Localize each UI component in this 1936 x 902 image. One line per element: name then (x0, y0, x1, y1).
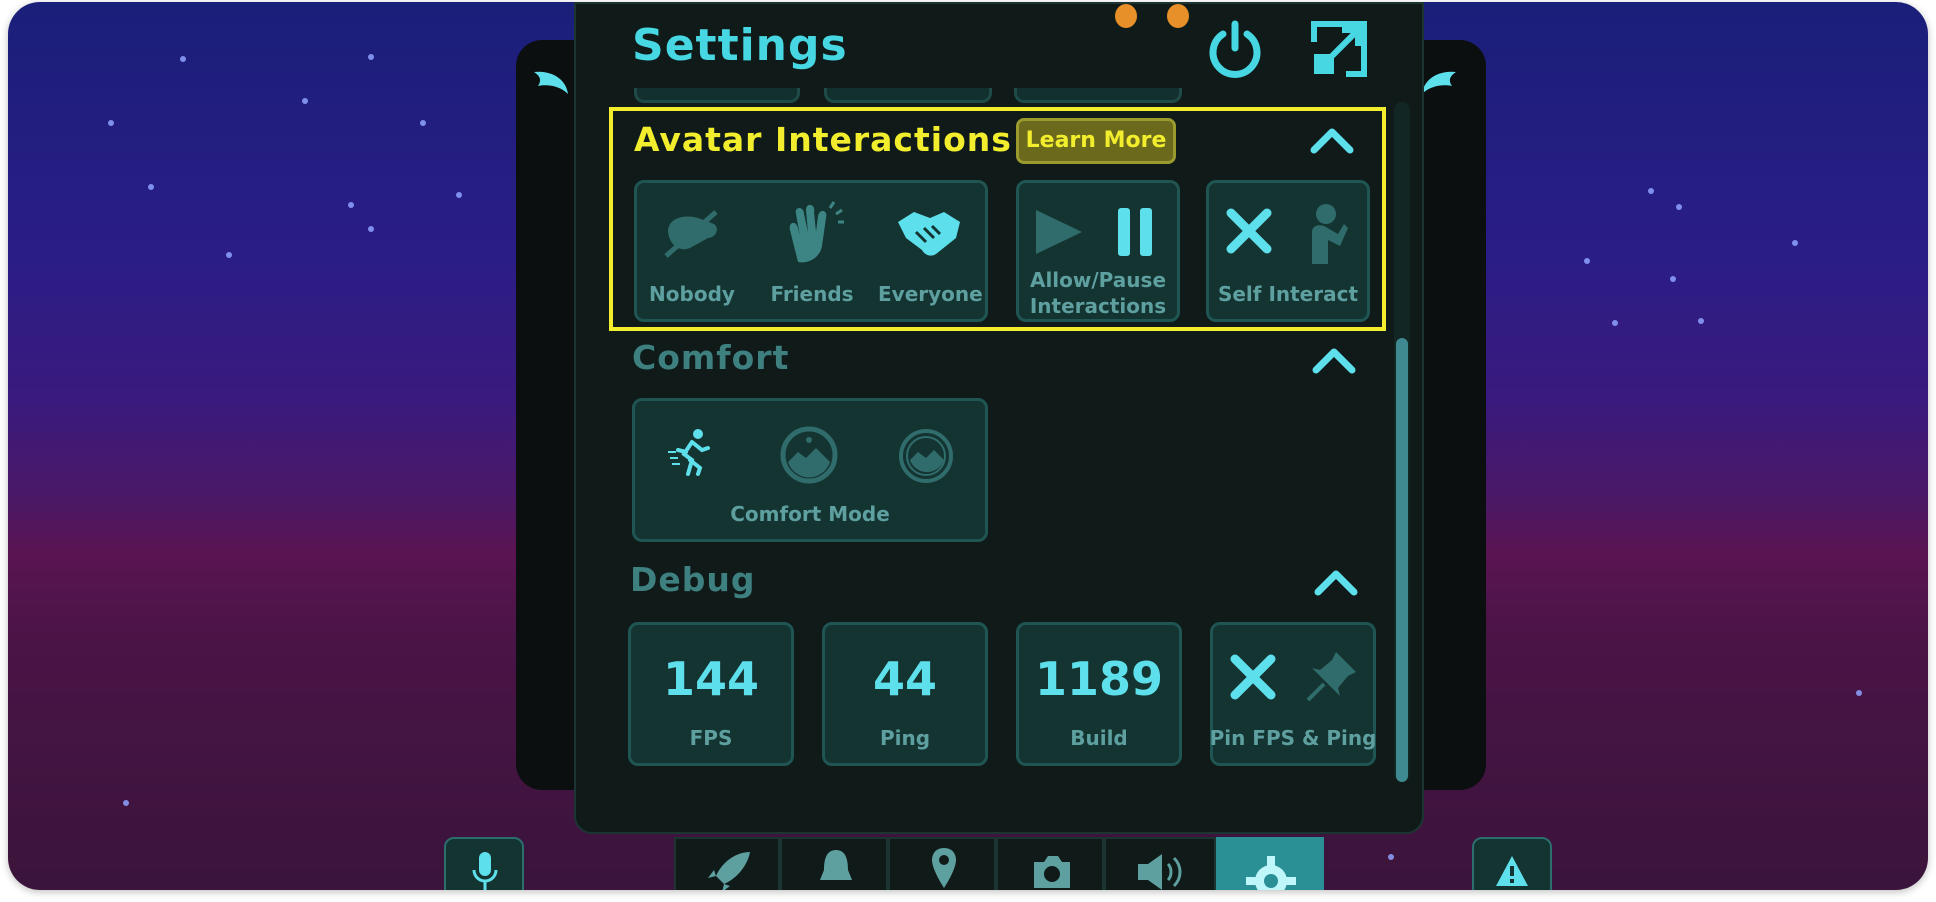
close-icon (1230, 654, 1276, 700)
star (302, 98, 308, 104)
handshake-icon[interactable] (896, 208, 962, 258)
wing-icon (1422, 71, 1456, 94)
build-value: 1189 (1034, 652, 1164, 706)
allow-pause-label-line2: Interactions (1029, 294, 1167, 318)
section-title-comfort: Comfort (632, 338, 790, 377)
star (1670, 276, 1676, 282)
star (1388, 854, 1394, 860)
section-title-avatar-interactions: Avatar Interactions (634, 120, 1012, 159)
star (1792, 240, 1798, 246)
gear-icon (1246, 856, 1296, 890)
comfort-vignette-icon[interactable] (780, 426, 838, 484)
power-icon[interactable] (1206, 20, 1264, 78)
clap-hands-icon[interactable] (782, 201, 844, 264)
self-touch-icon (1312, 204, 1348, 264)
learn-more-button[interactable]: Learn More (1016, 118, 1176, 164)
ping-value: 44 (872, 652, 937, 706)
option-nobody[interactable]: Nobody (644, 282, 740, 306)
pin-icon (1306, 652, 1356, 702)
star (180, 56, 186, 62)
star (368, 54, 374, 60)
fps-value: 144 (662, 652, 760, 706)
option-everyone[interactable]: Everyone (878, 282, 983, 306)
star (368, 226, 374, 232)
star (1676, 204, 1682, 210)
bell-icon (820, 850, 852, 880)
card-stub (824, 88, 992, 103)
page-title: Settings (632, 20, 848, 71)
star (1612, 320, 1618, 326)
card-stub (1014, 88, 1182, 103)
star (1698, 318, 1704, 324)
chevron-up-icon[interactable] (1312, 346, 1356, 374)
star (456, 192, 462, 198)
star (226, 252, 232, 258)
speaker-icon (1138, 854, 1182, 890)
hand-off-icon[interactable] (660, 206, 722, 262)
character-feet-icon (1115, 4, 1189, 28)
chevron-up-icon[interactable] (1310, 126, 1354, 154)
card-stub (634, 88, 800, 103)
comfort-vignette-strong-icon[interactable] (898, 428, 954, 484)
game-viewport: Settings Avatar Interactions Learn More … (8, 2, 1928, 890)
close-icon (1226, 208, 1272, 254)
star (1856, 690, 1862, 696)
expand-icon[interactable] (1310, 20, 1368, 78)
running-person-icon[interactable] (668, 428, 712, 476)
star (420, 120, 426, 126)
star (1648, 188, 1654, 194)
star (348, 202, 354, 208)
warning-icon (1496, 856, 1528, 886)
microphone-icon (472, 852, 498, 890)
comfort-mode-label: Comfort Mode (730, 502, 890, 526)
ping-label: Ping (879, 726, 931, 750)
star (123, 800, 129, 806)
camera-icon (1034, 856, 1070, 888)
star (1584, 258, 1590, 264)
self-interact-label: Self Interact (1217, 282, 1359, 306)
location-icon (932, 848, 956, 888)
build-label: Build (1070, 726, 1128, 750)
chevron-up-icon[interactable] (1314, 568, 1358, 596)
star (108, 120, 114, 126)
rocket-icon (708, 852, 750, 890)
wing-icon (534, 71, 568, 94)
pause-icon (1118, 208, 1152, 256)
play-icon (1036, 210, 1082, 254)
scrollbar-thumb[interactable] (1396, 338, 1408, 782)
option-friends[interactable]: Friends (764, 282, 860, 306)
section-title-debug: Debug (630, 560, 756, 599)
fps-label: FPS (689, 726, 733, 750)
allow-pause-label-line1: Allow/Pause (1029, 268, 1167, 292)
star (148, 184, 154, 190)
pin-fps-ping-label: Pin FPS & Ping (1209, 726, 1377, 750)
